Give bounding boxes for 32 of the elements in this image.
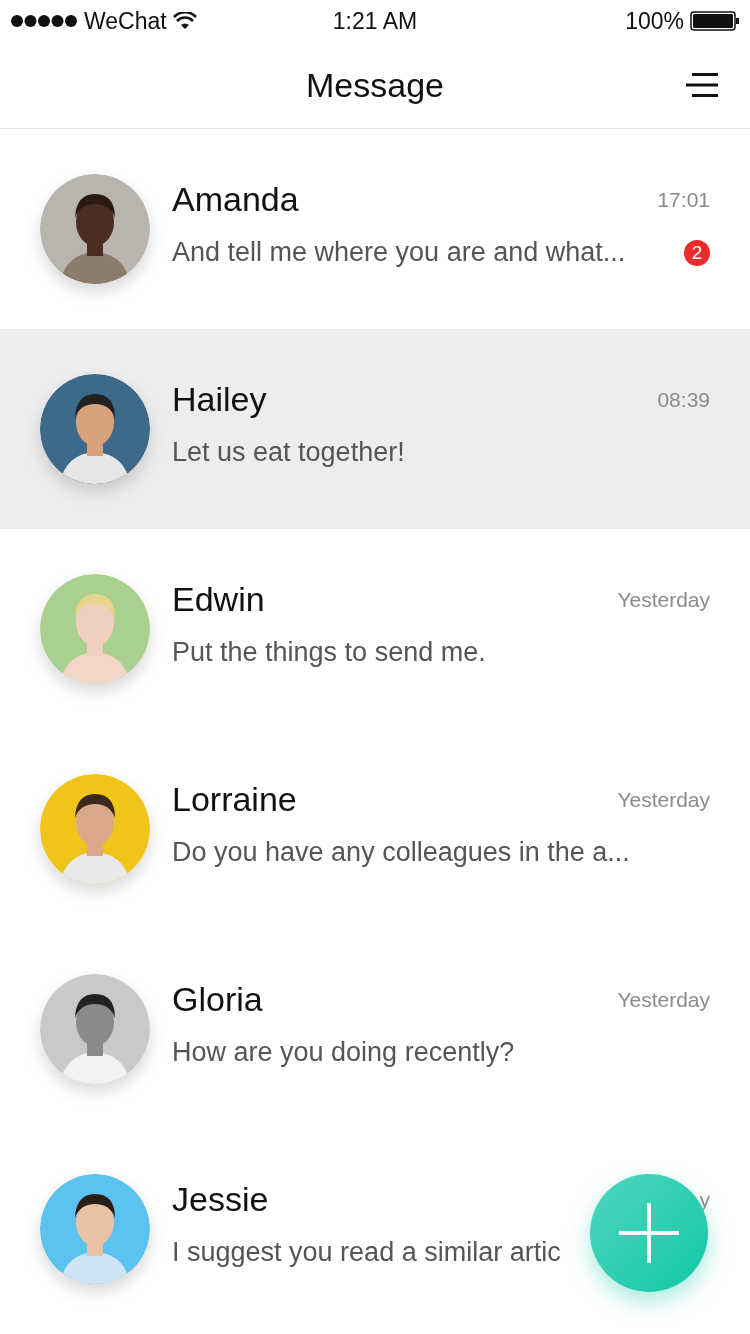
message-time: Yesterday — [617, 587, 710, 612]
chat-row[interactable]: Gloria Yesterday How are you doing recently? — [0, 929, 750, 1129]
chat-row[interactable]: Amanda 17:01 And tell me where you are and what... 2 — [0, 129, 750, 329]
clock: 1:21 AM — [332, 7, 418, 35]
menu-icon[interactable] — [686, 72, 720, 98]
chat-row[interactable]: Lorraine Yesterday Do you have any colleagues in the a... — [0, 729, 750, 929]
chat-row[interactable]: Edwin Yesterday Put the things to send me. — [0, 529, 750, 729]
chat-row[interactable]: Hailey 08:39 Let us eat together! — [0, 329, 750, 529]
contact-name: Lorraine — [172, 780, 297, 819]
signal-icon — [10, 14, 78, 28]
contact-name: Gloria — [172, 980, 263, 1019]
message-preview: Let us eat together! — [172, 437, 405, 468]
unread-badge: 2 — [684, 239, 710, 266]
page-title: Message — [306, 65, 444, 105]
message-time: 08:39 — [657, 387, 710, 412]
contact-name: Edwin — [172, 580, 265, 619]
message-preview: How are you doing recently? — [172, 1037, 515, 1068]
contact-name: Amanda — [172, 180, 299, 219]
message-preview: I suggest you read a similar artic — [172, 1237, 561, 1268]
message-time: Yesterday — [617, 787, 710, 812]
message-preview: Do you have any colleagues in the a... — [172, 837, 630, 868]
contact-name: Jessie — [172, 1180, 269, 1219]
contact-name: Hailey — [172, 380, 267, 419]
battery-percent: 100% — [625, 7, 684, 35]
battery-icon — [690, 11, 740, 31]
message-time: 17:01 — [657, 187, 710, 212]
message-preview: Put the things to send me. — [172, 637, 486, 668]
message-time: Yesterday — [617, 987, 710, 1012]
wifi-icon — [172, 12, 197, 30]
message-preview: And tell me where you are and what... — [172, 237, 626, 268]
plus-icon — [619, 1203, 679, 1263]
carrier-name: WeChat — [84, 7, 167, 35]
